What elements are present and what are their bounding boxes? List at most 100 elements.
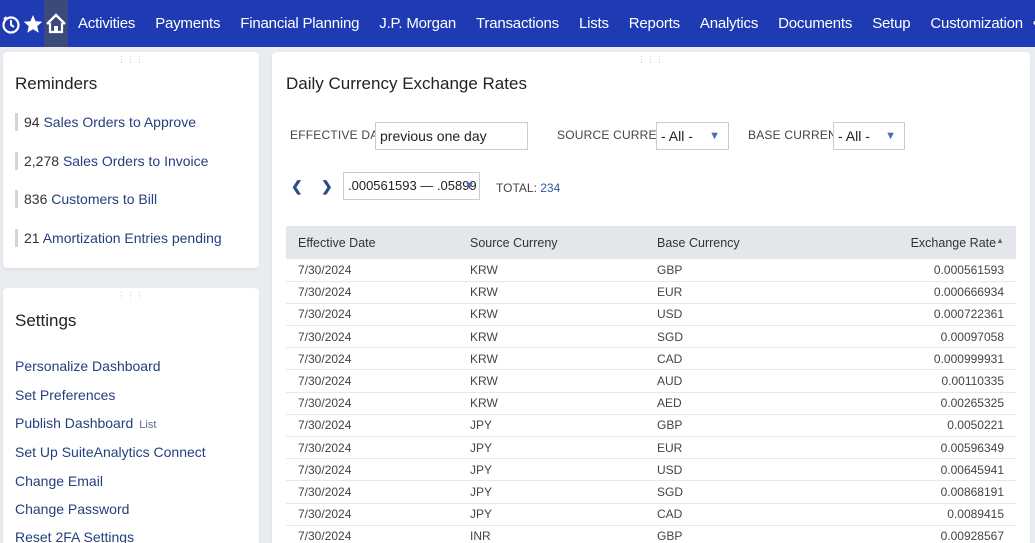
change-password-link[interactable]: Change Password	[15, 501, 129, 517]
effective-date-cell: 7/30/2024	[286, 503, 458, 526]
next-page-icon[interactable]: ❯	[321, 178, 333, 195]
effective-date-cell: 7/30/2024	[286, 525, 458, 543]
reminder-indicator	[15, 152, 18, 170]
reminders-portlet: ⋮⋮⋮ Reminders 94 Sales Orders to Approve…	[3, 52, 259, 268]
effective-date-cell: 7/30/2024	[286, 281, 458, 304]
exchange-rates-portlet: ⋮⋮⋮ Daily Currency Exchange Rates EFFECT…	[272, 52, 1030, 543]
reminder-item[interactable]: 2,278 Sales Orders to Invoice	[24, 153, 208, 169]
effective-date-cell: 7/30/2024	[286, 259, 458, 282]
table-row[interactable]: 7/30/2024 JPY USD 0.00645941	[286, 458, 1016, 482]
table-row[interactable]: 7/30/2024 JPY GBP 0.0050221	[286, 414, 1016, 438]
reminder-link[interactable]: Amortization Entries pending	[43, 230, 222, 246]
base-currency-select[interactable]: - All - ▼	[833, 122, 905, 150]
column-header-effective-date[interactable]: Effective Date	[286, 226, 458, 259]
base-currency-cell: GBP	[645, 414, 845, 438]
nav-payments[interactable]: Payments	[145, 0, 230, 47]
source-currency-cell: JPY	[458, 503, 645, 526]
reminder-item[interactable]: 21 Amortization Entries pending	[24, 230, 222, 246]
nav-documents[interactable]: Documents	[768, 0, 862, 47]
base-currency-cell: GBP	[645, 259, 845, 282]
effective-date-cell: 7/30/2024	[286, 347, 458, 371]
reminder-link[interactable]: Sales Orders to Invoice	[63, 153, 209, 169]
source-currency-cell: KRW	[458, 325, 645, 349]
settings-title: Settings	[15, 311, 77, 330]
personalize-dashboard-link[interactable]: Personalize Dashboard	[15, 358, 161, 374]
nav-activities[interactable]: Activities	[68, 0, 145, 47]
table-row[interactable]: 7/30/2024 KRW EUR 0.000666934	[286, 281, 1016, 304]
publish-dashboard-link[interactable]: Publish Dashboard	[15, 415, 133, 431]
reminder-item[interactable]: 94 Sales Orders to Approve	[24, 114, 196, 130]
table-row[interactable]: 7/30/2024 KRW AUD 0.00110335	[286, 369, 1016, 393]
favorites-star-icon[interactable]	[22, 0, 44, 47]
table-row[interactable]: 7/30/2024 JPY CAD 0.0089415	[286, 503, 1016, 526]
exchange-rate-cell: 0.00110335	[845, 369, 1016, 393]
change-email-link[interactable]: Change Email	[15, 473, 103, 489]
publish-dashboard-list-link[interactable]: List	[139, 419, 156, 431]
table-row[interactable]: 7/30/2024 KRW AED 0.00265325	[286, 392, 1016, 415]
column-header-base-currency[interactable]: Base Currency	[645, 226, 845, 259]
nav-reports[interactable]: Reports	[619, 0, 690, 47]
column-header-exchange-rate[interactable]: Exchange Rate▲	[845, 226, 1016, 259]
base-currency-cell: USD	[645, 303, 845, 327]
table-row[interactable]: 7/30/2024 JPY EUR 0.00596349	[286, 436, 1016, 460]
reminder-link[interactable]: Customers to Bill	[51, 191, 157, 207]
source-currency-cell: JPY	[458, 480, 645, 504]
base-currency-cell: GBP	[645, 525, 845, 543]
table-row[interactable]: 7/30/2024 KRW GBP 0.000561593	[286, 259, 1016, 282]
drag-handle-icon[interactable]: ⋮⋮⋮	[118, 56, 145, 64]
reset-2fa-link[interactable]: Reset 2FA Settings	[15, 529, 134, 543]
base-currency-cell: CAD	[645, 347, 845, 371]
reminder-count: 94	[24, 114, 40, 130]
reminder-link[interactable]: Sales Orders to Approve	[43, 114, 196, 130]
exchange-rate-cell: 0.000666934	[845, 281, 1016, 304]
source-currency-cell: KRW	[458, 347, 645, 371]
table-row[interactable]: 7/30/2024 KRW SGD 0.00097058	[286, 325, 1016, 349]
nav-financial-planning[interactable]: Financial Planning	[230, 0, 369, 47]
base-currency-cell: EUR	[645, 281, 845, 304]
exchange-rate-cell: 0.00928567	[845, 525, 1016, 543]
reminder-count: 2,278	[24, 153, 60, 169]
previous-page-icon[interactable]: ❮	[291, 178, 303, 195]
source-currency-cell: JPY	[458, 436, 645, 460]
table-row[interactable]: 7/30/2024 KRW USD 0.000722361	[286, 303, 1016, 327]
page-range-select[interactable]: .000561593 — .05899 ▼	[343, 172, 480, 200]
drag-handle-icon[interactable]: ⋮⋮⋮	[638, 56, 665, 64]
reminder-indicator	[15, 113, 18, 131]
exchange-rate-cell: 0.00596349	[845, 436, 1016, 460]
exchange-rate-cell: 0.0089415	[845, 503, 1016, 526]
set-preferences-link[interactable]: Set Preferences	[15, 387, 115, 403]
effective-date-input[interactable]: previous one day	[375, 122, 528, 150]
source-currency-cell: KRW	[458, 369, 645, 393]
nav-jp-morgan[interactable]: J.P. Morgan	[369, 0, 466, 47]
nav-setup[interactable]: Setup	[862, 0, 920, 47]
table-row[interactable]: 7/30/2024 KRW CAD 0.000999931	[286, 347, 1016, 371]
reminder-count: 836	[24, 191, 48, 207]
nav-analytics[interactable]: Analytics	[690, 0, 768, 47]
effective-date-cell: 7/30/2024	[286, 414, 458, 438]
base-currency-cell: SGD	[645, 325, 845, 349]
chevron-down-icon: ▼	[464, 180, 475, 192]
reminders-title: Reminders	[15, 74, 98, 93]
home-icon[interactable]	[44, 0, 68, 47]
recent-records-icon[interactable]	[0, 0, 22, 47]
exchange-rate-cell: 0.000999931	[845, 347, 1016, 371]
nav-lists[interactable]: Lists	[569, 0, 619, 47]
publish-dashboard-row: Publish Dashboard List	[15, 415, 156, 431]
nav-transactions[interactable]: Transactions	[466, 0, 569, 47]
table-row[interactable]: 7/30/2024 INR GBP 0.00928567	[286, 525, 1016, 543]
drag-handle-icon[interactable]: ⋮⋮⋮	[118, 292, 145, 300]
total-label: TOTAL:	[496, 181, 537, 195]
reminder-item[interactable]: 836 Customers to Bill	[24, 191, 157, 207]
table-row[interactable]: 7/30/2024 JPY SGD 0.00868191	[286, 480, 1016, 504]
effective-date-cell: 7/30/2024	[286, 369, 458, 393]
source-currency-cell: JPY	[458, 458, 645, 482]
settings-portlet: ⋮⋮⋮ Settings Personalize Dashboard Set P…	[3, 288, 259, 543]
source-currency-select[interactable]: - All - ▼	[656, 122, 729, 150]
nav-customization[interactable]: Customization	[920, 0, 1032, 47]
exchange-rate-cell: 0.00868191	[845, 480, 1016, 504]
column-header-source-currency[interactable]: Source Curreny	[458, 226, 645, 259]
base-currency-cell: AED	[645, 392, 845, 415]
source-currency-cell: KRW	[458, 281, 645, 304]
suiteanalytics-connect-link[interactable]: Set Up SuiteAnalytics Connect	[15, 444, 206, 460]
effective-date-cell: 7/30/2024	[286, 480, 458, 504]
